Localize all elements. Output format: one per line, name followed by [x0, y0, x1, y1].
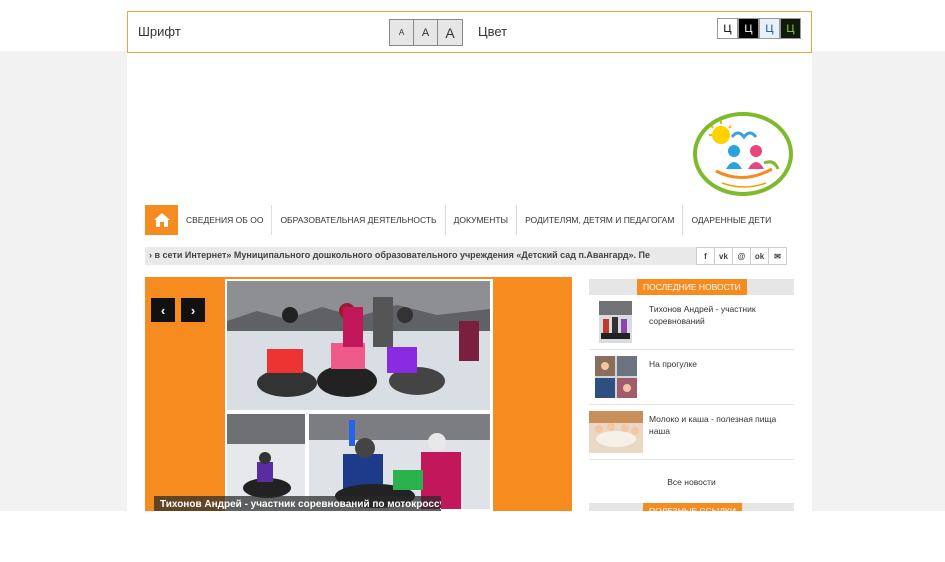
- kindergarten-logo[interactable]: [692, 111, 794, 197]
- font-size-buttons: A A A: [389, 19, 463, 46]
- useful-links-heading: ПОЛЕЗНЫЕ ССЫЛКИ: [589, 503, 794, 511]
- latest-news: ПОСЛЕДНИЕ НОВОСТИ Тихонов Андрей - участ…: [589, 279, 794, 460]
- news-slider[interactable]: ‹ › Тихонов Андрей - участник соревнован…: [145, 277, 572, 511]
- news-item[interactable]: На прогулке: [589, 350, 794, 405]
- facebook-icon[interactable]: f: [696, 247, 715, 265]
- news-item[interactable]: Молоко и каша - полезная пища наша: [589, 405, 794, 460]
- social-links: f vk @ ok ✉: [696, 247, 787, 265]
- slider-prev-button[interactable]: ‹: [151, 298, 175, 322]
- home-icon: [153, 213, 170, 227]
- news-title[interactable]: Молоко и каша - полезная пища наша: [649, 413, 789, 437]
- nav-item-about[interactable]: СВЕДЕНИЯ ОБ ОО: [178, 205, 273, 235]
- moimir-icon[interactable]: @: [732, 247, 751, 265]
- odnoklassniki-icon[interactable]: ok: [750, 247, 769, 265]
- news-thumbnail[interactable]: [599, 301, 632, 343]
- nav-item-parents[interactable]: РОДИТЕЛЯМ, ДЕТЯМ И ПЕДАГОГАМ: [517, 205, 684, 235]
- mail-icon[interactable]: ✉: [768, 247, 787, 265]
- news-ticker[interactable]: › в сети Интернет» Муниципального дошкол…: [145, 247, 705, 265]
- latest-news-heading: ПОСЛЕДНИЕ НОВОСТИ: [589, 279, 794, 295]
- ticker-text: › в сети Интернет» Муниципального дошкол…: [149, 250, 651, 260]
- color-scheme-buttons: Ц Ц Ц Ц: [717, 18, 801, 39]
- color-scheme-blue-button[interactable]: Ц: [759, 18, 780, 39]
- font-size-large-button[interactable]: A: [438, 20, 462, 45]
- color-scheme-white-button[interactable]: Ц: [717, 18, 738, 39]
- nav-item-documents[interactable]: ДОКУМЕНТЫ: [446, 205, 518, 235]
- vk-icon[interactable]: vk: [714, 247, 733, 265]
- news-thumbnail[interactable]: [589, 411, 643, 453]
- news-title[interactable]: Тихонов Андрей - участник соревнований: [649, 303, 789, 327]
- slider-next-button[interactable]: ›: [181, 298, 205, 322]
- color-scheme-black-button[interactable]: Ц: [738, 18, 759, 39]
- page-viewport: СВЕДЕНИЯ ОБ ОО ОБРАЗОВАТЕЛЬНАЯ ДЕЯТЕЛЬНО…: [0, 51, 945, 511]
- font-size-label: Шрифт: [138, 24, 181, 39]
- accessibility-bar: Шрифт A A A Цвет Ц Ц Ц Ц: [127, 11, 812, 53]
- font-size-medium-button[interactable]: A: [414, 20, 438, 45]
- main-nav: СВЕДЕНИЯ ОБ ОО ОБРАЗОВАТЕЛЬНАЯ ДЕЯТЕЛЬНО…: [145, 205, 793, 235]
- news-thumbnail[interactable]: [595, 356, 637, 398]
- useful-links: ПОЛЕЗНЫЕ ССЫЛКИ: [589, 503, 794, 511]
- nav-item-education[interactable]: ОБРАЗОВАТЕЛЬНАЯ ДЕЯТЕЛЬНОСТЬ: [272, 205, 446, 235]
- color-scheme-label: Цвет: [478, 24, 508, 39]
- color-scheme-green-button[interactable]: Ц: [780, 18, 801, 39]
- slide-caption[interactable]: Тихонов Андрей - участник соревнований п…: [154, 496, 441, 511]
- news-item[interactable]: Тихонов Андрей - участник соревнований: [589, 295, 794, 350]
- font-size-small-button[interactable]: A: [390, 20, 414, 45]
- nav-item-gifted-children[interactable]: ОДАРЕННЫЕ ДЕТИ: [683, 205, 779, 235]
- all-news-link[interactable]: Все новости: [589, 477, 794, 487]
- news-title[interactable]: На прогулке: [649, 358, 789, 370]
- nav-home-button[interactable]: [145, 205, 178, 235]
- slide-photo-collage[interactable]: [225, 279, 493, 511]
- page-content: СВЕДЕНИЯ ОБ ОО ОБРАЗОВАТЕЛЬНАЯ ДЕЯТЕЛЬНО…: [127, 51, 812, 511]
